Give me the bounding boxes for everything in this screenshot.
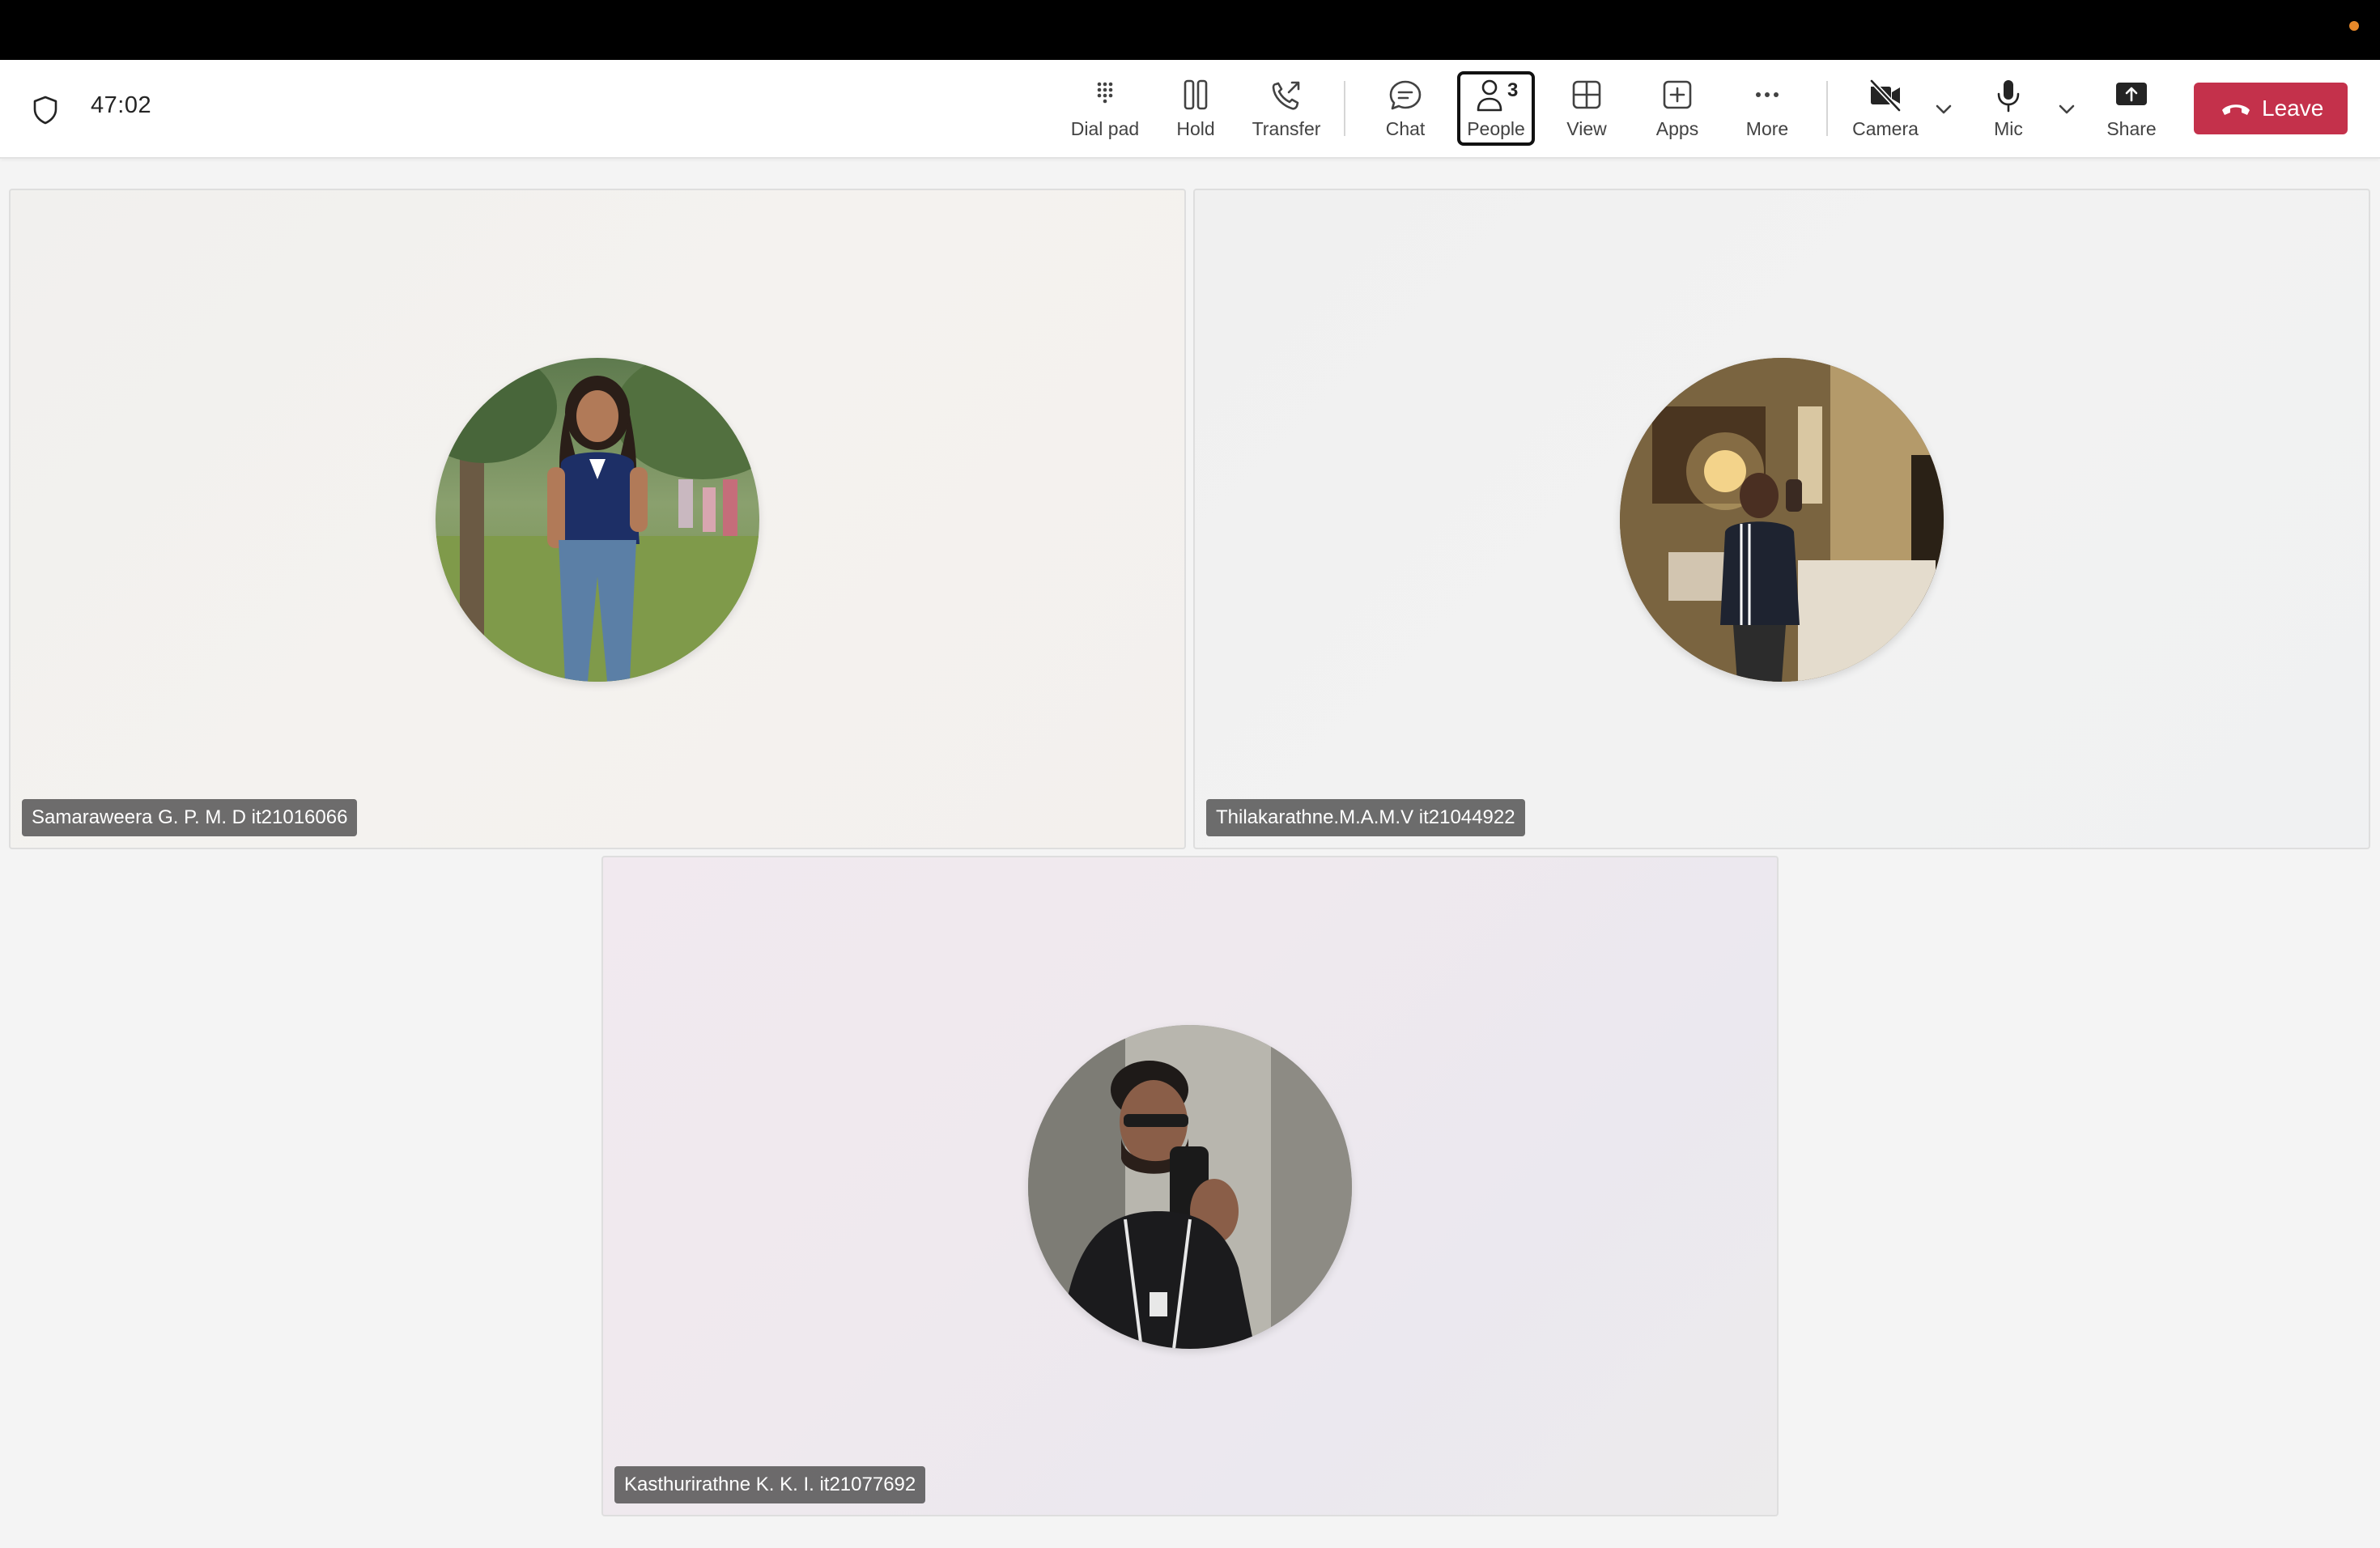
- man-room-selfie-photo: [1620, 358, 1944, 682]
- participant-name-tag: Kasthurirathne K. K. I. it21077692: [614, 1466, 926, 1503]
- call-timer: 47:02: [91, 92, 152, 118]
- share-button[interactable]: Share: [2089, 71, 2174, 146]
- chat-label: Chat: [1385, 118, 1426, 139]
- chevron-down-icon: [1936, 104, 1952, 114]
- mic-icon: [1990, 78, 2027, 115]
- view-button[interactable]: View: [1544, 71, 1630, 146]
- add-apps-icon: [1659, 78, 1696, 115]
- more-icon: [1749, 78, 1786, 115]
- share-label: Share: [2106, 118, 2157, 139]
- participant-avatar: [436, 358, 759, 682]
- dial-pad-label: Dial pad: [1070, 118, 1140, 139]
- camera-label: Camera: [1852, 118, 1919, 139]
- transfer-button[interactable]: Transfer: [1243, 71, 1329, 146]
- participant-tile[interactable]: Thilakarathne.M.A.M.V it21044922: [1193, 189, 2370, 849]
- pause-icon: [1177, 78, 1214, 115]
- leave-button[interactable]: Leave: [2194, 83, 2348, 134]
- participant-avatar: [1028, 1025, 1352, 1349]
- transfer-label: Transfer: [1252, 118, 1321, 139]
- participant-name-tag: Thilakarathne.M.A.M.V it21044922: [1206, 799, 1525, 836]
- leave-label: Leave: [2262, 96, 2324, 121]
- more-button[interactable]: More: [1724, 71, 1810, 146]
- people-label: People: [1467, 118, 1525, 139]
- camera-off-icon: [1867, 78, 1904, 115]
- camera-options-chevron[interactable]: [1930, 96, 1957, 123]
- more-label: More: [1745, 118, 1789, 139]
- share-icon: [2113, 78, 2150, 115]
- shield-icon[interactable]: [29, 94, 62, 126]
- apps-button[interactable]: Apps: [1634, 71, 1720, 146]
- recording-status-dot: [2349, 21, 2359, 31]
- woman-outdoors-photo: [436, 358, 759, 682]
- system-top-bar: [0, 0, 2380, 60]
- hold-label: Hold: [1176, 118, 1215, 139]
- participant-tile[interactable]: Samaraweera G. P. M. D it21016066: [9, 189, 1186, 849]
- people-button[interactable]: 3 People: [1457, 71, 1535, 146]
- people-icon: [1472, 78, 1509, 115]
- grid-view-icon: [1568, 78, 1605, 115]
- call-toolbar: 47:02 Dial pad Hold Transfer Chat 3 Peop…: [0, 60, 2380, 159]
- mic-options-chevron[interactable]: [2053, 96, 2080, 123]
- mic-label: Mic: [1994, 118, 2023, 139]
- participant-name-tag: Samaraweera G. P. M. D it21016066: [22, 799, 358, 836]
- dial-pad-button[interactable]: Dial pad: [1062, 71, 1148, 146]
- people-count-badge: 3: [1507, 79, 1519, 101]
- participant-avatar: [1620, 358, 1944, 682]
- man-mirror-selfie-photo: [1028, 1025, 1352, 1349]
- apps-label: Apps: [1655, 118, 1699, 139]
- chevron-down-icon: [2059, 104, 2075, 114]
- toolbar-divider: [1826, 81, 1828, 136]
- dial-pad-icon: [1086, 78, 1124, 115]
- view-label: View: [1566, 118, 1607, 139]
- camera-button[interactable]: Camera: [1842, 71, 1928, 146]
- transfer-icon: [1268, 78, 1305, 115]
- toolbar-divider: [1344, 81, 1345, 136]
- participant-tile[interactable]: Kasthurirathne K. K. I. it21077692: [601, 856, 1779, 1516]
- chat-button[interactable]: Chat: [1362, 71, 1448, 146]
- phone-hangup-icon: [2220, 96, 2252, 121]
- chat-icon: [1387, 78, 1424, 115]
- hold-button[interactable]: Hold: [1153, 71, 1239, 146]
- mic-button[interactable]: Mic: [1966, 71, 2051, 146]
